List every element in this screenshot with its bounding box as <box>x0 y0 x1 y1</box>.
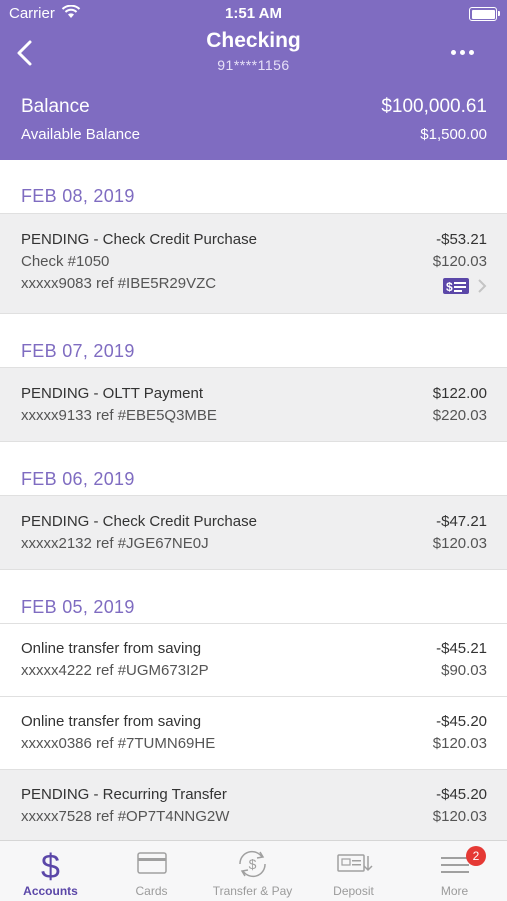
svg-text:$: $ <box>249 856 257 872</box>
battery-icon <box>469 7 500 21</box>
tab-label: Transfer & Pay <box>212 884 293 898</box>
date-header: FEB 05, 2019 <box>0 569 507 623</box>
transaction-reference: xxxxx2132 ref #JGE67NE0J <box>21 535 209 552</box>
transaction-row[interactable]: PENDING - Recurring Transfer -$45.20 xxx… <box>0 769 507 840</box>
transaction-description: PENDING - Recurring Transfer <box>21 786 227 803</box>
running-balance: $120.03 <box>432 253 487 270</box>
transaction-amount: -$45.21 <box>436 640 487 657</box>
tab-label: Deposit <box>333 884 374 898</box>
dollar-icon: $ <box>0 848 101 886</box>
date-header: FEB 07, 2019 <box>0 313 507 367</box>
account-number: 91****1156 <box>217 57 290 73</box>
chevron-right-icon <box>477 277 487 300</box>
transaction-description: PENDING - Check Credit Purchase <box>21 231 257 248</box>
transaction-description: Online transfer from saving <box>21 640 202 657</box>
running-balance: $120.03 <box>432 735 487 752</box>
date-header: FEB 06, 2019 <box>0 441 507 495</box>
account-header: Carrier 1:51 AM Checking 91****1156 Bala… <box>0 0 507 160</box>
tab-deposit[interactable]: Deposit <box>303 841 404 901</box>
tab-transfer-pay[interactable]: $ Transfer & Pay <box>202 841 303 901</box>
tab-accounts[interactable]: $ Accounts <box>0 841 101 901</box>
transaction-reference: xxxxx9133 ref #EBE5Q3MBE <box>21 407 217 424</box>
transaction-amount: -$45.20 <box>436 786 487 803</box>
balance-value: $100,000.61 <box>381 96 487 117</box>
transaction-row[interactable]: Online transfer from saving -$45.20 xxxx… <box>0 696 507 769</box>
check-number: Check #1050 <box>21 253 110 270</box>
transaction-reference: xxxxx9083 ref #IBE5R29VZC <box>21 275 217 292</box>
transfer-icon: $ <box>202 848 303 878</box>
svg-text:$: $ <box>41 848 60 882</box>
tab-label: Accounts <box>23 884 78 898</box>
status-bar: Carrier 1:51 AM <box>0 0 507 28</box>
transaction-row[interactable]: PENDING - Check Credit Purchase -$53.21 … <box>0 213 507 313</box>
transaction-amount: -$47.21 <box>436 513 487 530</box>
balance-label: Balance <box>21 96 90 117</box>
date-header: FEB 08, 2019 <box>0 160 507 213</box>
running-balance: $90.03 <box>441 662 487 679</box>
transaction-list[interactable]: FEB 08, 2019 PENDING - Check Credit Purc… <box>0 160 507 840</box>
card-icon <box>101 848 202 878</box>
tab-label: More <box>440 884 469 898</box>
running-balance: $120.03 <box>432 808 487 825</box>
available-balance-value: $1,500.00 <box>420 126 487 143</box>
running-balance: $120.03 <box>432 535 487 552</box>
transaction-description: PENDING - Check Credit Purchase <box>21 513 257 530</box>
tab-cards[interactable]: Cards <box>101 841 202 901</box>
tab-more[interactable]: 2 More <box>404 841 507 901</box>
transaction-reference: xxxxx4222 ref #UGM673I2P <box>21 662 209 679</box>
status-time: 1:51 AM <box>225 5 282 22</box>
check-image-icon[interactable]: $ <box>442 277 470 300</box>
transaction-row[interactable]: PENDING - OLTT Payment $122.00 xxxxx9133… <box>0 367 507 441</box>
transaction-amount: -$45.20 <box>436 713 487 730</box>
deposit-check-icon <box>303 848 404 878</box>
notification-badge: 2 <box>466 846 486 866</box>
transaction-reference: xxxxx7528 ref #OP7T4NNG2W <box>21 808 230 825</box>
transaction-reference: xxxxx0386 ref #7TUMN69HE <box>21 735 216 752</box>
transaction-amount: -$53.21 <box>436 231 487 248</box>
more-options-button[interactable] <box>451 48 481 58</box>
transaction-description: Online transfer from saving <box>21 713 202 730</box>
page-title: Checking <box>206 29 301 52</box>
svg-text:$: $ <box>446 280 453 294</box>
running-balance: $220.03 <box>432 407 487 424</box>
ellipsis-icon <box>451 50 456 55</box>
transaction-description: PENDING - OLTT Payment <box>21 385 203 402</box>
transaction-row[interactable]: PENDING - Check Credit Purchase -$47.21 … <box>0 495 507 569</box>
transaction-row[interactable]: Online transfer from saving -$45.21 xxxx… <box>0 623 507 696</box>
tab-label: Cards <box>135 884 168 898</box>
tab-bar: $ Accounts Cards $ Transfer & Pay Deposi… <box>0 840 507 901</box>
menu-icon <box>404 848 505 878</box>
available-balance-label: Available Balance <box>21 126 140 143</box>
transaction-amount: $122.00 <box>432 385 487 402</box>
